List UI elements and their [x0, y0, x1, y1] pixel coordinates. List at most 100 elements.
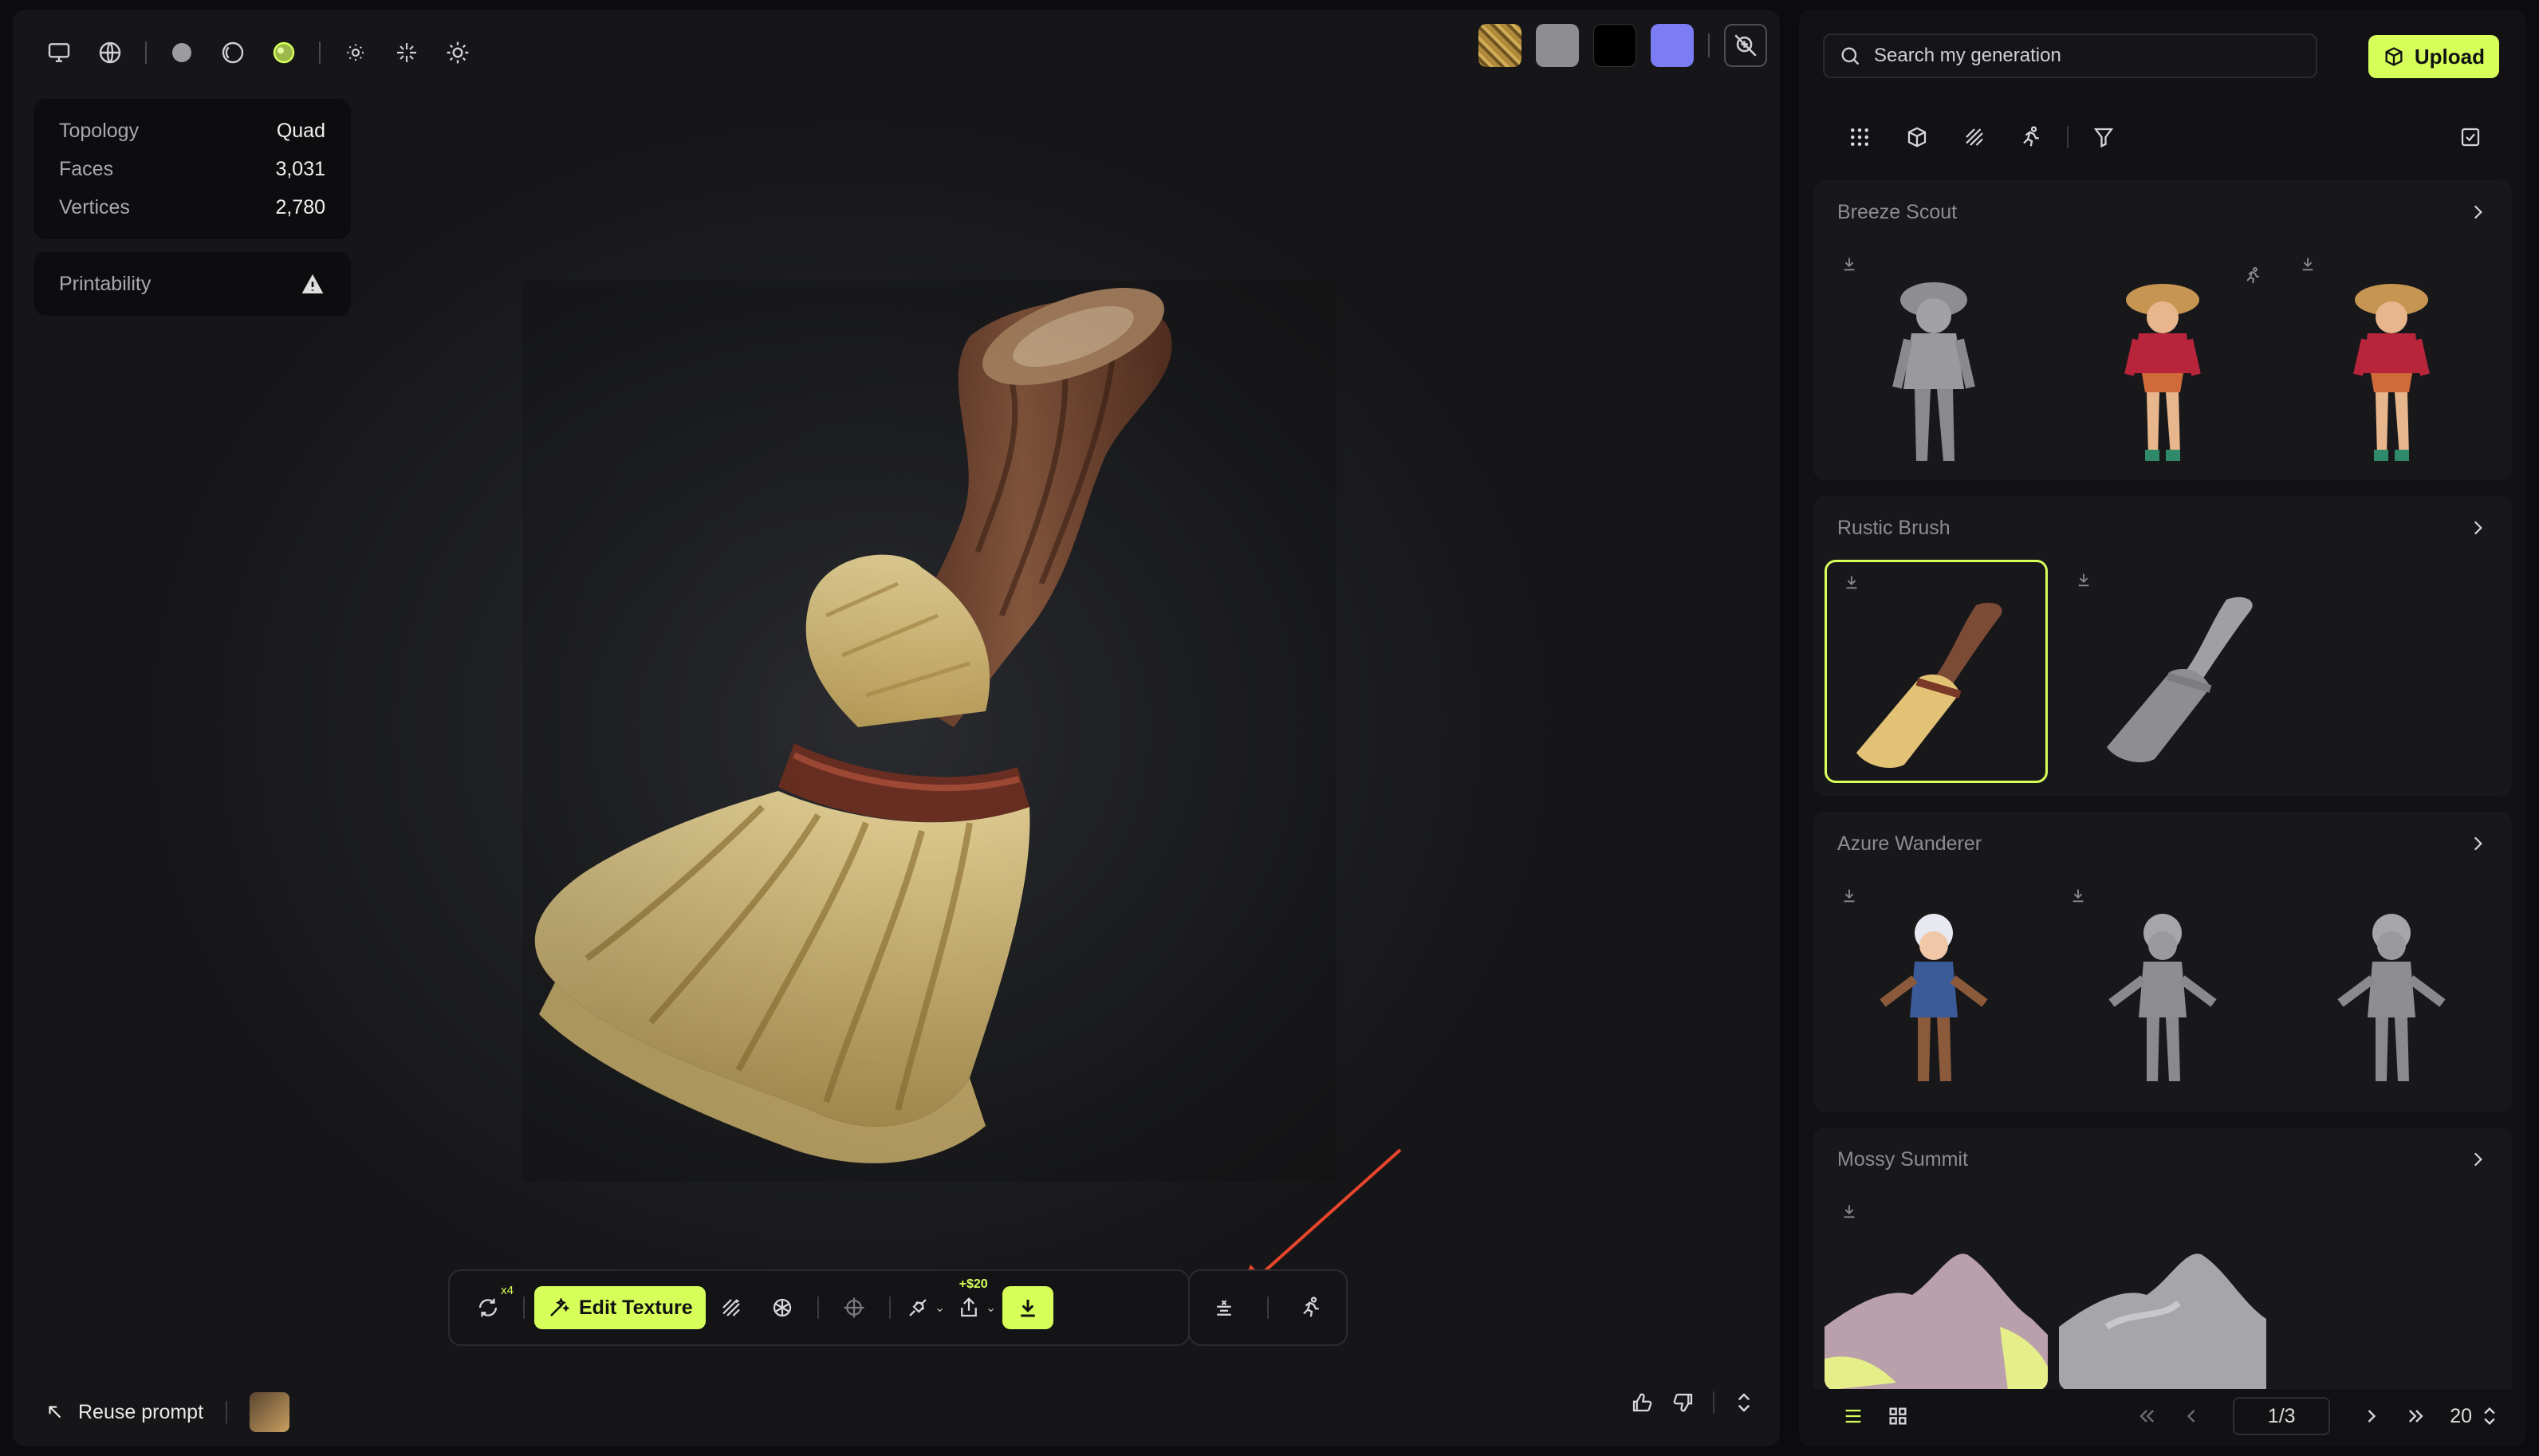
- group-header[interactable]: Mossy Summit: [1813, 1127, 2512, 1191]
- purple-background-swatch[interactable]: [1651, 24, 1694, 67]
- reuse-prompt-button[interactable]: Reuse prompt: [78, 1401, 203, 1424]
- thumbs-down-icon[interactable]: [1671, 1391, 1695, 1415]
- transform-button[interactable]: [829, 1282, 880, 1333]
- chevron-right-icon: [2474, 836, 2482, 851]
- filter-animations-button[interactable]: [2003, 113, 2061, 161]
- plugin-dropdown[interactable]: ⌄: [900, 1282, 951, 1333]
- light-bright-icon[interactable]: [432, 29, 483, 77]
- filter-all-button[interactable]: [1831, 113, 1888, 161]
- generation-thumbnail[interactable]: [2053, 876, 2271, 1099]
- monitor-icon[interactable]: [33, 29, 85, 77]
- toolbar-divider: [145, 41, 147, 64]
- page-indicator[interactable]: 1/3: [2233, 1397, 2331, 1435]
- stat-topology: Topology Quad: [59, 112, 325, 150]
- crosshair-icon: [844, 1297, 864, 1318]
- feedback-bar: [1630, 1391, 1756, 1415]
- reuse-prompt-bar: Reuse prompt: [45, 1392, 290, 1432]
- generation-thumbnail[interactable]: [2053, 244, 2271, 467]
- terrain-thumbnail-gray: [2059, 1253, 2266, 1389]
- last-page-button[interactable]: [2394, 1405, 2439, 1427]
- globe-icon[interactable]: [85, 29, 136, 77]
- texture-swatch[interactable]: [1478, 24, 1521, 67]
- black-background-swatch[interactable]: [1593, 24, 1636, 67]
- stat-faces: Faces 3,031: [59, 150, 325, 188]
- download-button[interactable]: [1002, 1286, 1053, 1329]
- export-price-badge: +$20: [959, 1277, 988, 1291]
- generation-group: Rustic Brush: [1813, 496, 2512, 796]
- generation-thumbnail[interactable]: [1825, 1191, 2048, 1389]
- group-header[interactable]: Azure Wanderer: [1813, 812, 2512, 876]
- generation-thumbnail[interactable]: [2283, 244, 2501, 467]
- download-icon[interactable]: [2299, 255, 2317, 273]
- select-mode-button[interactable]: [2442, 113, 2499, 161]
- search-input[interactable]: Search my generation: [1823, 33, 2317, 78]
- search-placeholder: Search my generation: [1874, 45, 2061, 66]
- group-header[interactable]: Rustic Brush: [1813, 496, 2512, 560]
- printability-panel[interactable]: Printability: [33, 252, 351, 316]
- download-icon[interactable]: [1840, 255, 1858, 273]
- solid-shading-icon[interactable]: [156, 29, 207, 77]
- zoom-off-button[interactable]: [1724, 24, 1767, 67]
- download-icon: [1020, 1300, 1035, 1317]
- download-icon[interactable]: [1840, 887, 1858, 904]
- broom-model[interactable]: [523, 281, 1336, 1182]
- light-dim-icon[interactable]: [330, 29, 381, 77]
- clay-swatch[interactable]: [1536, 24, 1579, 67]
- next-page-button[interactable]: [2349, 1405, 2394, 1427]
- retarget-icon: [1217, 1300, 1231, 1316]
- secondary-toolbar: [1188, 1269, 1348, 1346]
- pagination-bar: 1/3 20: [1831, 1392, 2501, 1440]
- grid-view-button[interactable]: [1876, 1405, 1920, 1427]
- per-page-value: 20: [2450, 1404, 2472, 1427]
- cube-upload-icon: [2385, 47, 2403, 66]
- regenerate-button[interactable]: x4: [463, 1282, 514, 1333]
- search-icon: [1841, 47, 1860, 65]
- textured-shading-icon[interactable]: [258, 29, 309, 77]
- stat-value: Quad: [276, 119, 325, 142]
- filter-bar: [1831, 113, 2499, 161]
- arrow-up-left-icon: [49, 1406, 61, 1419]
- chevron-right-icon: [2368, 1410, 2376, 1423]
- generation-thumbnail[interactable]: [1825, 244, 2042, 467]
- terrain-thumbnail: [1825, 1253, 2048, 1389]
- wireframe-shading-icon[interactable]: [207, 29, 258, 77]
- generation-thumbnail-selected[interactable]: [1825, 560, 2048, 783]
- model-viewport[interactable]: Topology Quad Faces 3,031 Vertices 2,780…: [13, 10, 1780, 1446]
- texture-pattern-button[interactable]: [706, 1282, 757, 1333]
- upload-button[interactable]: Upload: [2368, 35, 2499, 78]
- mesh-stats-panel: Topology Quad Faces 3,031 Vertices 2,780: [33, 99, 351, 239]
- download-icon[interactable]: [1843, 573, 1860, 591]
- model-action-toolbar: x4 Edit Texture ⌄ +$20 ⌄: [448, 1269, 1190, 1346]
- generation-thumbnail[interactable]: [2283, 876, 2501, 1099]
- list-view-button[interactable]: [1831, 1405, 1876, 1427]
- filter-button[interactable]: [2075, 113, 2132, 161]
- thumbs-up-icon[interactable]: [1630, 1391, 1654, 1415]
- stat-label: Vertices: [59, 195, 130, 218]
- stat-value: 2,780: [275, 195, 325, 218]
- filter-textures-button[interactable]: [1946, 113, 2003, 161]
- light-sparkle-icon[interactable]: [381, 29, 432, 77]
- warning-icon: [301, 274, 324, 293]
- generation-thumbnail[interactable]: [2059, 560, 2282, 783]
- download-icon[interactable]: [2069, 887, 2087, 904]
- previous-page-button[interactable]: [2169, 1405, 2214, 1427]
- retarget-button[interactable]: [1199, 1282, 1250, 1333]
- expand-chevrons-icon[interactable]: [1732, 1391, 1756, 1415]
- generation-thumbnail[interactable]: [2059, 1191, 2282, 1389]
- group-header[interactable]: Breeze Scout: [1813, 180, 2512, 244]
- animate-button[interactable]: [1286, 1282, 1337, 1333]
- download-icon[interactable]: [1840, 1202, 1858, 1220]
- edit-texture-button[interactable]: Edit Texture: [534, 1286, 706, 1329]
- export-dropdown[interactable]: +$20 ⌄: [951, 1277, 1002, 1333]
- prompt-image-thumbnail[interactable]: [250, 1392, 290, 1432]
- per-page-select[interactable]: 20: [2450, 1405, 2501, 1428]
- remesh-icon: [773, 1298, 791, 1317]
- generation-thumbnail[interactable]: [1825, 876, 2042, 1099]
- refresh-icon: [478, 1298, 498, 1317]
- filter-divider: [2067, 126, 2069, 148]
- filter-models-button[interactable]: [1888, 113, 1946, 161]
- download-icon[interactable]: [2075, 571, 2092, 588]
- cube-icon: [1907, 127, 1927, 148]
- first-page-button[interactable]: [2124, 1405, 2169, 1427]
- remesh-button[interactable]: [757, 1282, 808, 1333]
